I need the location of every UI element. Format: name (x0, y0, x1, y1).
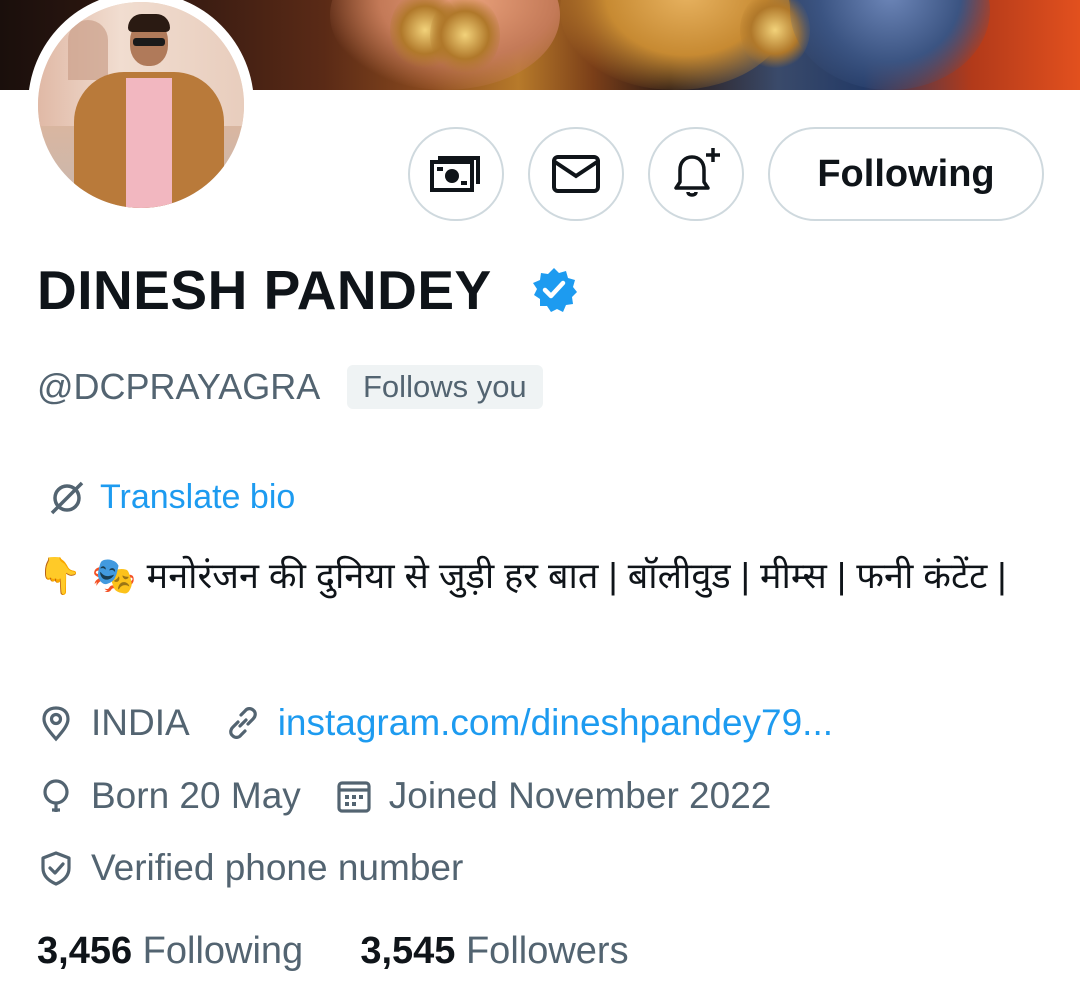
profile-name: DINESH PANDEY (37, 259, 492, 321)
message-icon (552, 155, 600, 193)
dates-row: Born 20 May Joined November 2022 (37, 775, 771, 817)
website-link[interactable]: instagram.com/dineshpandey79... (278, 702, 833, 744)
calendar-icon (337, 781, 371, 813)
following-button[interactable]: Following (768, 127, 1044, 221)
following-stat[interactable]: 3,456 Following (37, 930, 314, 972)
bio-emojis: 👇 🎭 (37, 555, 137, 596)
birthday-text: Born 20 May (91, 775, 301, 816)
link-icon (228, 707, 257, 739)
followers-label: Followers (465, 930, 629, 972)
profile-bio: 👇 🎭 मनोरंजन की दुनिया से जुड़ी हर बात | … (37, 548, 1047, 604)
money-icon (430, 156, 480, 192)
birthday-icon (43, 779, 69, 812)
location-icon (42, 706, 70, 742)
message-button[interactable] (528, 127, 624, 221)
verified-phone-row: Verified phone number (37, 847, 463, 889)
location-row: INDIA instagram.com/dineshpandey79... (37, 702, 833, 744)
translate-icon (50, 481, 84, 514)
follow-stats: 3,456 Following 3,545 Followers (37, 930, 629, 973)
verified-phone-icon (41, 851, 71, 886)
following-label: Following (142, 930, 304, 972)
following-count: 3,456 (37, 930, 133, 972)
tip-button[interactable] (408, 127, 504, 221)
translate-bio-link[interactable]: Translate bio (48, 478, 295, 517)
avatar[interactable] (28, 0, 254, 218)
profile-handle: @DCPRAYAGRA (37, 366, 321, 407)
follows-you-badge: Follows you (347, 365, 543, 409)
joined-text: Joined November 2022 (388, 775, 772, 816)
translate-bio-label: Translate bio (100, 478, 296, 516)
followers-stat[interactable]: 3,545 Followers (360, 930, 628, 972)
notification-button[interactable] (648, 127, 744, 221)
verified-badge-icon[interactable] (530, 266, 578, 314)
verified-phone-text: Verified phone number (91, 847, 464, 888)
location-text: INDIA (91, 702, 190, 743)
notification-plus-icon (674, 148, 720, 197)
bio-text: मनोरंजन की दुनिया से जुड़ी हर बात | बॉली… (146, 555, 1007, 596)
followers-count: 3,545 (360, 930, 456, 972)
